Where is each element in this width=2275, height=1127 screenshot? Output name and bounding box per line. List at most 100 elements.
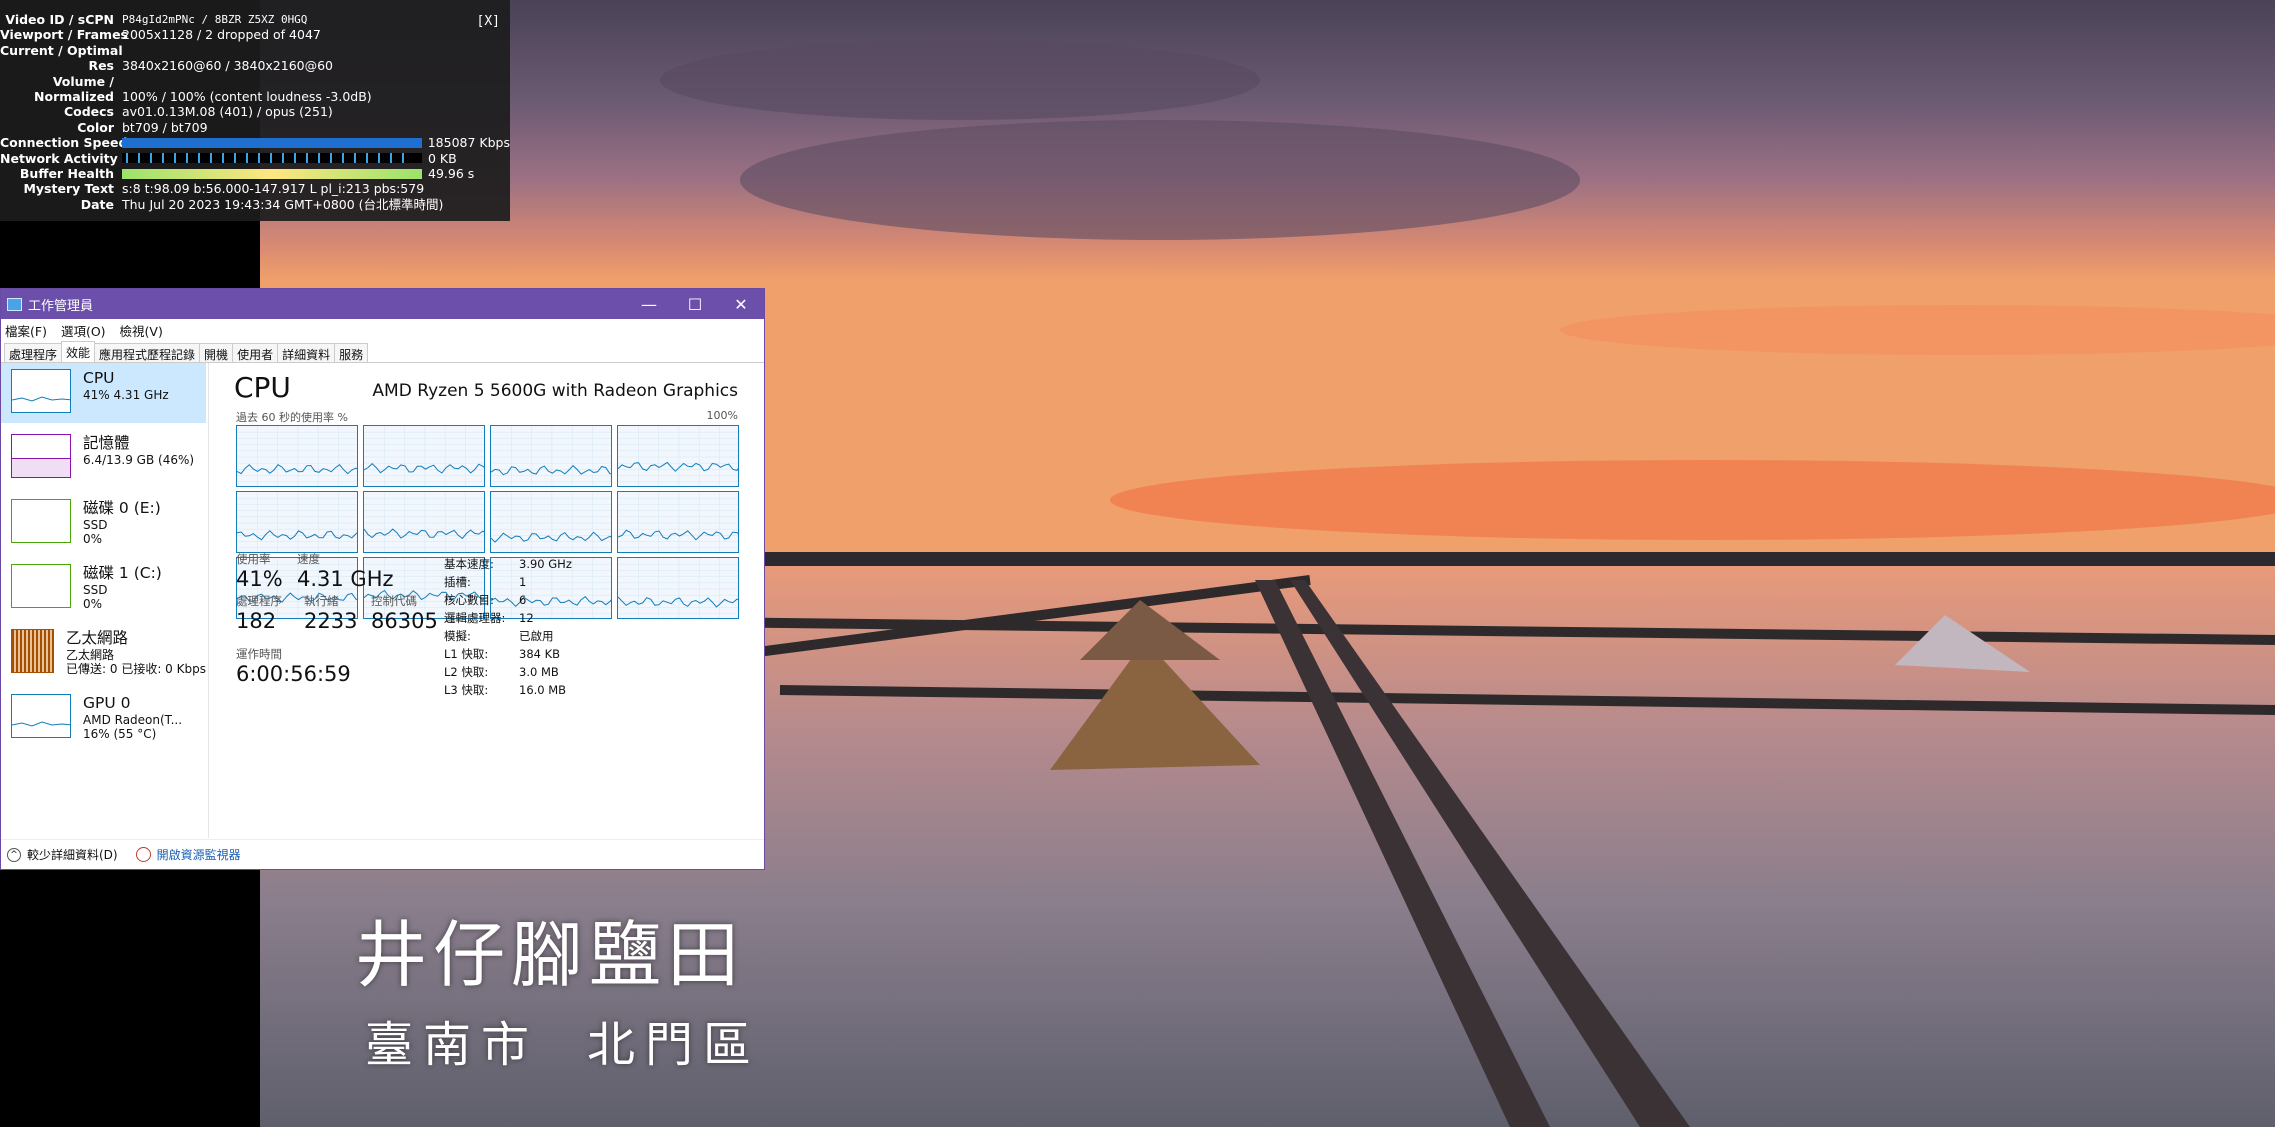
spec-value: 1 — [519, 575, 527, 589]
core-graph-4 — [236, 491, 358, 553]
sidebar-item-memory[interactable]: 記憶體 6.4/13.9 GB (46%) — [1, 428, 206, 488]
task-manager-footer: ^ 較少詳細資料(D) 開啟資源監視器 — [1, 839, 764, 869]
tab-performance[interactable]: 效能 — [61, 341, 96, 362]
spec-values: 3.90 GHz 1 6 12 已啟用 384 KB 3.0 MB 16.0 MB — [519, 555, 572, 699]
spec-label: 模擬: — [444, 629, 471, 643]
video-caption: 井仔腳鹽田 臺南市 北門區 — [355, 905, 761, 1085]
stats-value: 0 KB — [428, 150, 457, 166]
title-bar[interactable]: 工作管理員 — ☐ ✕ — [1, 289, 764, 319]
sidebar-item-name: 記憶體 — [83, 434, 130, 452]
spec-label: L1 快取: — [444, 647, 489, 661]
spec-value: 已啟用 — [519, 629, 554, 643]
spec-value: 16.0 MB — [519, 683, 567, 697]
sidebar-thumbnail-graph — [11, 369, 71, 413]
stats-row: Date Thu Jul 20 2023 19:43:34 GMT+0800 (台… — [0, 197, 510, 212]
stats-for-nerds-panel: [X] Video ID / sCPN P84gId2mPNc / 8BZR Z5… — [0, 0, 510, 221]
stats-row: Current / Optimal — [0, 43, 510, 58]
screen: 井仔腳鹽田 臺南市 北門區 [X] Video ID / sCPN P84gId2m… — [0, 0, 2275, 1127]
caption-title: 井仔腳鹽田 — [355, 913, 746, 997]
stats-value: P84gId2mPNc / 8BZR Z5XZ 0HGQ — [122, 13, 308, 26]
core-graph-7 — [617, 491, 739, 553]
task-manager-window[interactable]: 工作管理員 — ☐ ✕ 檔案(F) 選項(O) 檢視(V) 處理程序 效能 應用… — [0, 288, 765, 870]
speed-label: 速度 — [297, 552, 320, 566]
spec-label: 邏輯處理器: — [444, 611, 506, 625]
tab-services[interactable]: 服務 — [334, 343, 369, 362]
open-resource-monitor-link[interactable]: 開啟資源監視器 — [157, 846, 241, 863]
uptime-value: 6:00:56:59 — [236, 662, 351, 686]
spec-label: 基本速度: — [444, 557, 494, 571]
stats-row: Connection Speed 185087 Kbps — [0, 135, 510, 150]
sidebar-thumbnail-graph — [11, 694, 71, 738]
menu-options[interactable]: 選項(O) — [61, 321, 106, 340]
threads-value: 2233 — [304, 609, 358, 633]
stats-bar-buffer — [122, 168, 422, 179]
tab-startup[interactable]: 開機 — [199, 343, 234, 362]
threads-label: 執行緒 — [304, 594, 339, 608]
stats-row: Volume / — [0, 74, 510, 89]
caption-district: 北門區 — [587, 1017, 762, 1073]
sidebar-item-line2: 已傳送: 0 已接收: 0 Kbps — [66, 662, 206, 676]
maximize-button[interactable]: ☐ — [672, 295, 718, 314]
stats-row: Video ID / sCPN P84gId2mPNc / 8BZR Z5XZ 0… — [0, 12, 510, 27]
stats-label: Mystery Text — [23, 181, 114, 197]
stats-label: Buffer Health — [19, 165, 114, 181]
chevron-up-icon[interactable]: ^ — [7, 847, 21, 862]
graph-max-label: 100% — [706, 409, 738, 422]
stats-label: Current / Optimal — [0, 42, 123, 58]
close-button[interactable]: ✕ — [718, 295, 764, 314]
tab-users[interactable]: 使用者 — [232, 343, 279, 362]
speed-stat: 速度 4.31 GHz — [297, 551, 394, 591]
core-graph-11 — [617, 557, 739, 619]
stats-row: Color bt709 / bt709 — [0, 120, 510, 135]
core-graph-6 — [490, 491, 612, 553]
threads-stat: 執行緒 2233 — [304, 593, 357, 633]
spec-value: 12 — [519, 611, 534, 625]
core-graph-5 — [363, 491, 485, 553]
stats-close-button[interactable]: [X] — [477, 14, 500, 29]
sidebar-item-gpu-0[interactable]: GPU 0 AMD Radeon(T... 16% (55 °C) — [1, 688, 206, 748]
caption-location: 臺南市 北門區 — [365, 1005, 761, 1085]
stats-value: av01.0.13M.08 (401) / opus (251) — [122, 104, 333, 120]
resource-monitor-icon[interactable] — [135, 847, 151, 862]
stats-row: Viewport / Frames 2005x1128 / 2 dropped o… — [0, 27, 510, 42]
sidebar-item-text: 記憶體 6.4/13.9 GB (46%) — [83, 434, 194, 488]
less-details-button[interactable]: 較少詳細資料(D) — [27, 846, 118, 863]
stats-value: 2005x1128 / 2 dropped of 4047 — [122, 27, 321, 43]
processes-label: 處理程序 — [236, 594, 282, 608]
utilization-stat: 使用率 41% — [236, 551, 283, 591]
sidebar-item-name: 磁碟 1 (C:) — [83, 564, 162, 582]
speed-value: 4.31 GHz — [297, 567, 394, 591]
sidebar-item-ethernet[interactable]: 乙太網路 乙太網路 已傳送: 0 已接收: 0 Kbps — [1, 623, 206, 683]
utilization-label: 使用率 — [236, 552, 271, 566]
spec-value: 3.0 MB — [519, 665, 559, 679]
stats-label: Codecs — [63, 104, 114, 120]
spec-value: 3.90 GHz — [519, 557, 572, 571]
spec-value: 384 KB — [519, 647, 561, 661]
sidebar-item-text: GPU 0 AMD Radeon(T... 16% (55 °C) — [83, 694, 182, 748]
sidebar-item-disk-1[interactable]: 磁碟 1 (C:) SSD 0% — [1, 558, 206, 618]
stats-row: Mystery Text s:8 t:98.09 b:56.000-147.917… — [0, 181, 510, 196]
cpu-heading: CPU — [234, 371, 291, 404]
stats-label: Res — [88, 58, 114, 74]
tab-app-history[interactable]: 應用程式歷程記錄 — [94, 343, 201, 362]
sidebar-item-text: 乙太網路 乙太網路 已傳送: 0 已接收: 0 Kbps — [66, 629, 206, 683]
minimize-button[interactable]: — — [626, 295, 672, 314]
tab-processes[interactable]: 處理程序 — [4, 343, 63, 362]
sidebar-item-text: CPU 41% 4.31 GHz — [83, 369, 169, 423]
spec-label: 核心數目: — [444, 593, 494, 607]
stats-label: Normalized — [34, 88, 114, 104]
sidebar-item-cpu[interactable]: CPU 41% 4.31 GHz — [1, 363, 206, 423]
sidebar-item-disk-0[interactable]: 磁碟 0 (E:) SSD 0% — [1, 493, 206, 553]
stats-row: Res 3840x2160@60 / 3840x2160@60 — [0, 58, 510, 73]
uptime-stat: 運作時間 6:00:56:59 — [236, 646, 351, 686]
utilization-value: 41% — [236, 567, 283, 591]
core-graph-0 — [236, 425, 358, 487]
menu-file[interactable]: 檔案(F) — [5, 321, 47, 340]
sidebar-item-line2: 16% (55 °C) — [83, 727, 157, 741]
stats-value: 100% / 100% (content loudness -3.0dB) — [122, 88, 372, 104]
menu-view[interactable]: 檢視(V) — [120, 321, 163, 340]
tab-details[interactable]: 詳細資料 — [277, 343, 336, 362]
task-manager-icon — [7, 297, 22, 311]
stats-value: Thu Jul 20 2023 19:43:34 GMT+0800 (台北標準時… — [122, 196, 444, 212]
core-graph-1 — [363, 425, 485, 487]
